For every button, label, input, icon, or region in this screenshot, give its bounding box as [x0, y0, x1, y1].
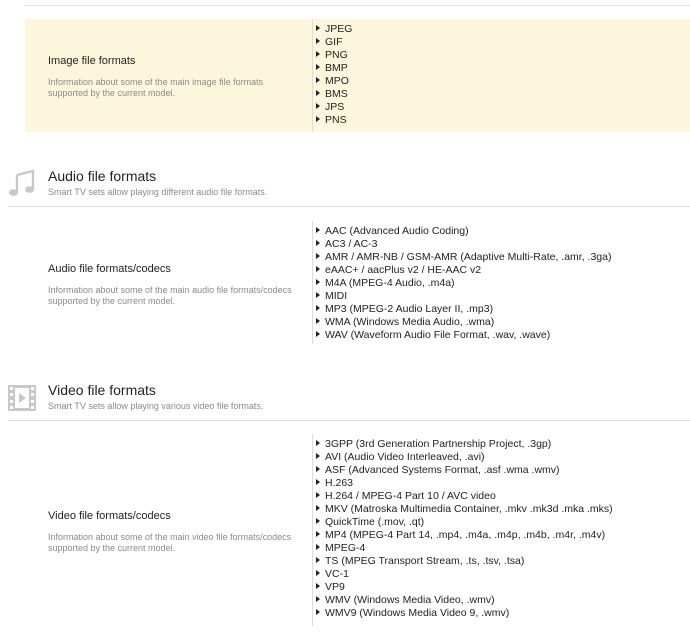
list-item: AC3 / AC-3: [316, 238, 611, 251]
video-divider: [8, 420, 690, 421]
column-divider: [312, 434, 313, 626]
video-formats-title: Video file formats/codecs: [48, 510, 171, 522]
list-item: H.264 / MPEG-4 Part 10 / AVC video: [316, 490, 613, 503]
image-formats-list: JPEG GIF PNG BMP MPO BMS JPS PNS: [316, 23, 352, 127]
music-note-icon: [9, 169, 35, 196]
image-formats-title: Image file formats: [48, 55, 136, 67]
audio-formats-description: Information about some of the main audio…: [48, 285, 292, 306]
video-formats-list: 3GPP (3rd Generation Partnership Project…: [316, 438, 613, 620]
list-item: AAC (Advanced Audio Coding): [316, 225, 611, 238]
video-formats-description: Information about some of the main video…: [48, 532, 292, 553]
list-item: MKV (Matroska Multimedia Container, .mkv…: [316, 503, 613, 516]
list-item: WMA (Windows Media Audio, .wma): [316, 316, 611, 329]
audio-formats-label: Audio file formats/codecs Information ab…: [48, 262, 298, 307]
list-item: PNG: [316, 49, 352, 62]
list-item: PNS: [316, 114, 352, 127]
film-strip-icon: [8, 385, 36, 411]
audio-section-title: Audio file formats: [48, 168, 157, 184]
column-divider: [312, 221, 313, 344]
image-formats-description: Information about some of the main image…: [48, 77, 264, 98]
list-item: eAAC+ / aacPlus v2 / HE-AAC v2: [316, 264, 611, 277]
list-item: GIF: [316, 36, 352, 49]
video-formats-row: Video file formats/codecs Information ab…: [25, 434, 690, 626]
video-section-header: Video file formats Smart TV sets allow p…: [0, 377, 690, 421]
column-divider: [312, 19, 313, 132]
video-section-subtitle: Smart TV sets allow playing various vide…: [48, 401, 264, 411]
list-item: JPEG: [316, 23, 352, 36]
audio-section-subtitle: Smart TV sets allow playing different au…: [48, 187, 268, 197]
list-item: BMP: [316, 62, 352, 75]
list-item: ASF (Advanced Systems Format, .asf .wma …: [316, 464, 613, 477]
list-item: TS (MPEG Transport Stream, .ts, .tsv, .t…: [316, 555, 613, 568]
audio-formats-row: Audio file formats/codecs Information ab…: [25, 221, 690, 344]
audio-divider: [8, 206, 690, 207]
list-item: AVI (Audio Video Interleaved, .avi): [316, 451, 613, 464]
list-item: M4A (MPEG-4 Audio, .m4a): [316, 277, 611, 290]
list-item: BMS: [316, 88, 352, 101]
list-item: AMR / AMR-NB / GSM-AMR (Adaptive Multi-R…: [316, 251, 611, 264]
list-item: JPS: [316, 101, 352, 114]
list-item: H.263: [316, 477, 613, 490]
image-formats-row: Image file formats Information about som…: [25, 19, 690, 132]
list-item: 3GPP (3rd Generation Partnership Project…: [316, 438, 613, 451]
video-formats-label: Video file formats/codecs Information ab…: [48, 509, 298, 554]
audio-formats-list: AAC (Advanced Audio Coding) AC3 / AC-3 AMR…: [316, 225, 611, 342]
list-item: WAV (Waveform Audio File Format, .wav, .…: [316, 329, 611, 342]
list-item: MPO: [316, 75, 352, 88]
list-item: VC-1: [316, 568, 613, 581]
list-item: VP9: [316, 581, 613, 594]
list-item: WMV (Windows Media Video, .wmv): [316, 594, 613, 607]
list-item: MP4 (MPEG-4 Part 14, .mp4, .m4a, .m4p, .…: [316, 529, 613, 542]
list-item: WMV9 (Windows Media Video 9, .wmv): [316, 607, 613, 620]
audio-section-header: Audio file formats Smart TV sets allow p…: [0, 163, 690, 207]
list-item: MP3 (MPEG-2 Audio Layer II, .mp3): [316, 303, 611, 316]
audio-formats-title: Audio file formats/codecs: [48, 263, 171, 275]
video-section-title: Video file formats: [48, 382, 156, 398]
list-item: QuickTime (.mov, .qt): [316, 516, 613, 529]
top-divider: [25, 5, 690, 6]
image-formats-label: Image file formats Information about som…: [48, 54, 298, 99]
list-item: MIDI: [316, 290, 611, 303]
list-item: MPEG-4: [316, 542, 613, 555]
